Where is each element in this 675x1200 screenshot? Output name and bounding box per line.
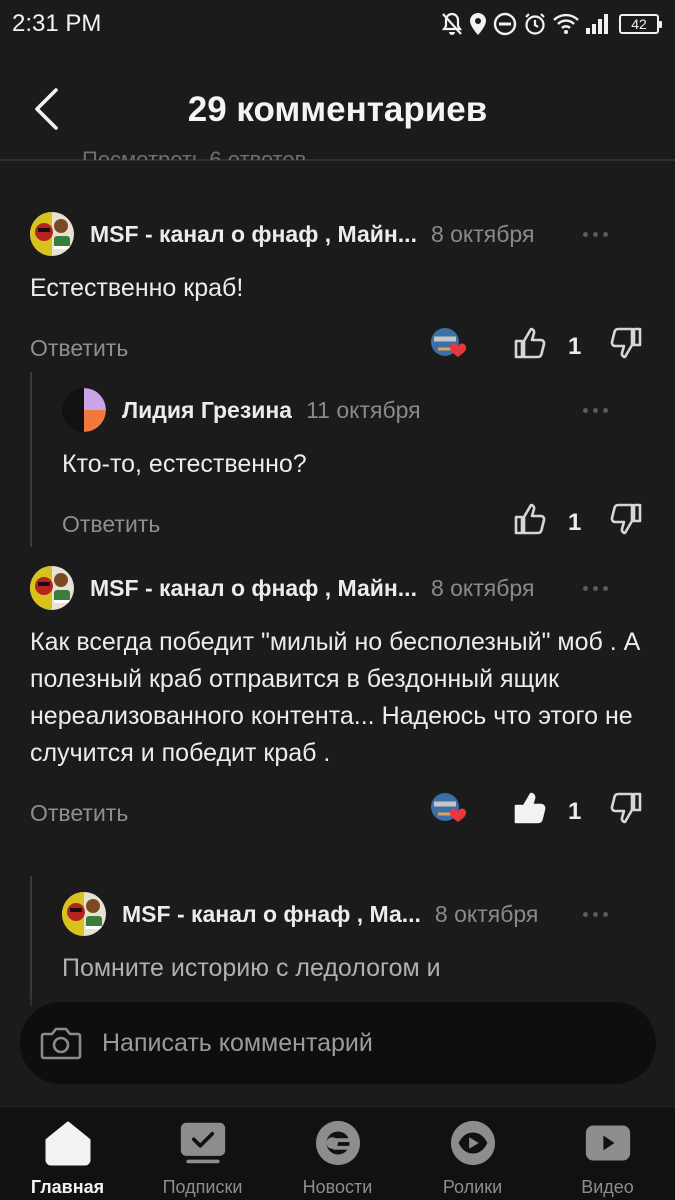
comment-reply: MSF - канал о фнаф , Ма... 8 октября Пом… bbox=[0, 890, 675, 987]
comment-header: MSF - канал о фнаф , Майн... 8 октября bbox=[30, 210, 645, 258]
video-icon bbox=[584, 1119, 632, 1167]
bottom-nav: Главная Подписки Новости Ролики Видео bbox=[0, 1106, 675, 1200]
thumbs-down-icon bbox=[610, 327, 642, 359]
comment-author[interactable]: Лидия Грезина bbox=[122, 397, 292, 424]
nav-item-home[interactable]: Главная bbox=[0, 1107, 135, 1200]
battery-level: 42 bbox=[631, 16, 647, 32]
status-bar: 2:31 PM 42 bbox=[0, 0, 675, 48]
avatar[interactable] bbox=[30, 566, 74, 610]
more-options-button[interactable] bbox=[577, 902, 613, 926]
nav-label: Новости bbox=[302, 1177, 373, 1197]
thumbs-down-icon bbox=[610, 503, 642, 535]
subscriptions-icon bbox=[179, 1119, 227, 1167]
wifi-icon bbox=[553, 13, 579, 34]
camera-icon[interactable] bbox=[40, 1025, 82, 1061]
avatar-msf-icon bbox=[30, 212, 74, 256]
comment-actions: Ответить 1 bbox=[62, 497, 645, 553]
thumbs-up-filled-icon bbox=[514, 792, 546, 824]
location-icon bbox=[470, 13, 486, 35]
more-options-button[interactable] bbox=[577, 576, 613, 600]
nav-item-news[interactable]: Новости bbox=[270, 1107, 405, 1200]
nav-label: Главная bbox=[30, 1177, 105, 1197]
news-icon bbox=[314, 1119, 362, 1167]
nav-item-video[interactable]: Видео bbox=[540, 1107, 675, 1200]
comment-text: Кто-то, естественно? bbox=[62, 450, 307, 478]
avatar-msf-icon bbox=[30, 566, 74, 610]
shorts-icon bbox=[449, 1119, 497, 1167]
comment-input[interactable]: Написать комментарий bbox=[20, 1002, 656, 1084]
like-button[interactable] bbox=[510, 323, 550, 363]
thumbs-down-icon bbox=[610, 792, 642, 824]
comment: MSF - канал о фнаф , Майн... 8 октября К… bbox=[0, 564, 675, 842]
comment-text: Как всегда победит "милый но бесполезный… bbox=[30, 628, 641, 767]
comment: MSF - канал о фнаф , Майн... 8 октября Е… bbox=[0, 210, 675, 377]
like-button-active[interactable] bbox=[510, 788, 550, 828]
like-count: 1 bbox=[568, 798, 582, 825]
comment-text: Естественно краб! bbox=[30, 274, 244, 302]
more-options-button[interactable] bbox=[577, 398, 613, 422]
reactor-avatar bbox=[430, 327, 472, 361]
signal-icon bbox=[586, 14, 608, 34]
comment-actions: Ответить 1 bbox=[30, 786, 645, 842]
comment-reply: Лидия Грезина 11 октября Кто-то, естеств… bbox=[0, 386, 675, 553]
comment-input-placeholder: Написать комментарий bbox=[102, 1028, 373, 1057]
dislike-button[interactable] bbox=[606, 499, 646, 539]
notifications-off-icon bbox=[441, 12, 463, 35]
reply-button[interactable]: Ответить bbox=[30, 800, 128, 827]
avatar[interactable] bbox=[30, 212, 74, 256]
avatar[interactable] bbox=[62, 388, 106, 432]
nav-item-subscriptions[interactable]: Подписки bbox=[135, 1107, 270, 1200]
nav-item-shorts[interactable]: Ролики bbox=[405, 1107, 540, 1200]
comment-date: 8 октября bbox=[434, 900, 539, 927]
dislike-button[interactable] bbox=[606, 323, 646, 363]
back-button[interactable] bbox=[22, 85, 70, 133]
alarm-icon bbox=[525, 13, 545, 35]
nav-label: Подписки bbox=[162, 1177, 243, 1197]
view-replies-link[interactable]: Посмотреть 6 ответов bbox=[82, 142, 306, 160]
like-button[interactable] bbox=[510, 499, 550, 539]
comment-header: MSF - канал о фнаф , Майн... 8 октября bbox=[30, 564, 645, 612]
thumbs-up-icon bbox=[514, 503, 546, 535]
avatar-msf-icon bbox=[62, 892, 106, 936]
battery-icon: 42 bbox=[619, 14, 662, 34]
reactor-avatar bbox=[430, 792, 472, 826]
more-options-button[interactable] bbox=[577, 222, 613, 246]
dislike-button[interactable] bbox=[606, 788, 646, 828]
nav-label: Видео bbox=[581, 1177, 634, 1197]
home-icon bbox=[44, 1119, 92, 1167]
status-time: 2:31 PM bbox=[12, 10, 102, 37]
chevron-left-icon bbox=[35, 88, 58, 130]
reply-button[interactable]: Ответить bbox=[30, 335, 128, 362]
status-icons: 42 bbox=[441, 12, 662, 36]
comment-author[interactable]: MSF - канал о фнаф , Майн... bbox=[90, 221, 417, 248]
do-not-disturb-icon bbox=[493, 12, 517, 36]
like-count: 1 bbox=[568, 509, 582, 536]
comment-actions: Ответить 1 bbox=[30, 321, 645, 377]
page-title: 29 комментариев bbox=[187, 90, 488, 129]
comment-date: 11 октября bbox=[306, 396, 421, 423]
comment-author[interactable]: MSF - канал о фнаф , Ма... bbox=[122, 901, 421, 928]
thumbs-up-icon bbox=[514, 327, 546, 359]
nav-label: Ролики bbox=[442, 1177, 503, 1197]
comment-header: MSF - канал о фнаф , Ма... 8 октября bbox=[62, 890, 645, 938]
comment-author[interactable]: MSF - канал о фнаф , Майн... bbox=[90, 575, 417, 602]
avatar-lidia-icon bbox=[62, 388, 106, 432]
comment-header: Лидия Грезина 11 октября bbox=[62, 386, 645, 434]
comment-date: 8 октября bbox=[430, 220, 535, 247]
like-count: 1 bbox=[568, 333, 582, 360]
comment-text: Помните историю с ледологом и bbox=[62, 954, 441, 982]
comment-date: 8 октября bbox=[430, 574, 535, 601]
reply-button[interactable]: Ответить bbox=[62, 511, 160, 538]
avatar[interactable] bbox=[62, 892, 106, 936]
